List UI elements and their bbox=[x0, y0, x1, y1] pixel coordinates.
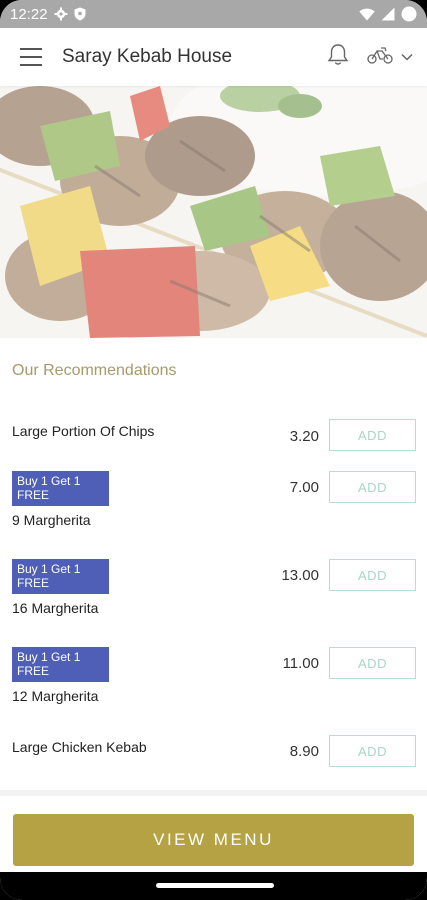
shield-icon bbox=[74, 7, 86, 21]
chevron-down-icon[interactable] bbox=[401, 48, 413, 66]
status-time: 12:22 bbox=[10, 5, 48, 23]
app-bar: Saray Kebab House bbox=[0, 28, 427, 86]
item-name: 16 Margherita bbox=[12, 600, 99, 616]
navigation-bar bbox=[0, 872, 427, 900]
item-price: 3.20 bbox=[289, 428, 319, 445]
add-button[interactable]: ADD bbox=[329, 419, 416, 451]
item-name: Large Portion Of Chips bbox=[12, 423, 155, 439]
status-bar: 12:22 bbox=[0, 0, 427, 28]
item-price: 11.00 bbox=[282, 655, 319, 672]
item-name: 12 Margherita bbox=[12, 688, 99, 704]
home-gesture-handle[interactable] bbox=[156, 883, 274, 888]
offer-badge: Buy 1 Get 1 FREE bbox=[12, 559, 109, 594]
item-price: 13.00 bbox=[281, 567, 319, 584]
battery-icon bbox=[401, 6, 417, 22]
bell-icon[interactable] bbox=[327, 43, 349, 72]
item-name: Large Chicken Kebab bbox=[12, 739, 147, 755]
offer-badge: Buy 1 Get 1 FREE bbox=[12, 471, 109, 506]
add-button[interactable]: ADD bbox=[329, 471, 416, 503]
view-menu-button[interactable]: VIEW MENU bbox=[13, 814, 414, 866]
phone-screen: 12:22 Saray Kebab House Our Recommendati… bbox=[0, 0, 427, 900]
wifi-icon bbox=[359, 8, 375, 21]
item-price: 7.00 bbox=[289, 479, 319, 496]
gear-icon bbox=[54, 7, 68, 21]
hero-image bbox=[0, 86, 427, 338]
add-button[interactable]: ADD bbox=[329, 735, 416, 767]
menu-icon[interactable] bbox=[20, 48, 42, 66]
section-title-recommendations: Our Recommendations bbox=[12, 362, 177, 379]
delivery-icon[interactable] bbox=[367, 45, 393, 70]
add-button[interactable]: ADD bbox=[329, 647, 416, 679]
item-name: 9 Margherita bbox=[12, 512, 91, 528]
app-title: Saray Kebab House bbox=[62, 46, 233, 67]
divider bbox=[0, 790, 427, 796]
add-button[interactable]: ADD bbox=[329, 559, 416, 591]
signal-icon bbox=[381, 7, 395, 21]
item-price: 8.90 bbox=[289, 743, 319, 760]
offer-badge: Buy 1 Get 1 FREE bbox=[12, 647, 109, 682]
